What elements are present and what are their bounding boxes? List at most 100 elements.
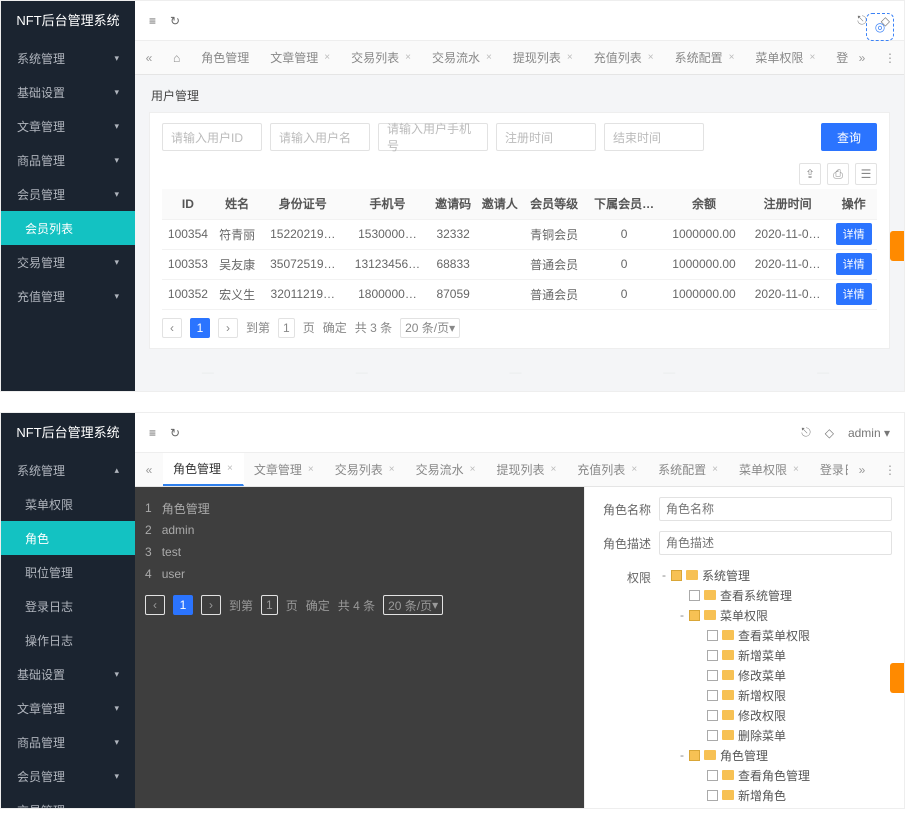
tab[interactable]: 交易流水× <box>406 453 487 486</box>
checkbox[interactable] <box>707 650 718 661</box>
tabs-scroll-right[interactable]: » <box>848 453 876 486</box>
detail-button[interactable]: 详情 <box>836 283 872 305</box>
sidebar-item[interactable]: 操作日志 <box>1 623 135 657</box>
checkbox[interactable] <box>707 790 718 801</box>
columns-icon[interactable]: ☰ <box>855 163 877 185</box>
fullscreen-icon[interactable]: ⎋ <box>801 425 811 440</box>
close-icon[interactable]: × <box>486 52 492 63</box>
list-item[interactable]: 3test <box>145 541 574 563</box>
checkbox[interactable] <box>707 730 718 741</box>
checkbox[interactable] <box>707 670 718 681</box>
tab[interactable]: 菜单权限× <box>729 453 810 486</box>
sidebar-item[interactable]: 商品管理▾ <box>1 143 135 177</box>
checkbox[interactable] <box>707 770 718 781</box>
sidebar-item[interactable]: 基础设置▾ <box>1 75 135 109</box>
user-menu[interactable]: admin ▾ <box>848 426 890 440</box>
pager-goto-input[interactable]: 1 <box>278 318 295 338</box>
tree-node[interactable]: 删除菜单 <box>659 725 892 745</box>
tree-node[interactable]: 新增权限 <box>659 685 892 705</box>
tree-node[interactable]: 修改菜单 <box>659 665 892 685</box>
pagination[interactable]: ‹ 1 › 到第 1 页 确定 共 3 条 20 条/页 ▾ <box>162 318 877 338</box>
sidebar-item[interactable]: 登录日志 <box>1 589 135 623</box>
pager-prev[interactable]: ‹ <box>162 318 182 338</box>
side-ribbon[interactable] <box>890 663 904 693</box>
sidebar-item[interactable]: 系统管理▴ <box>1 453 135 487</box>
tree-node[interactable]: 新增菜单 <box>659 645 892 665</box>
tab[interactable]: 系统配置× <box>665 41 746 74</box>
list-item[interactable]: 2admin <box>145 519 574 541</box>
close-icon[interactable]: × <box>324 52 330 63</box>
tree-node[interactable]: 查看系统管理 <box>659 585 892 605</box>
detail-button[interactable]: 详情 <box>836 253 872 275</box>
tab[interactable]: 角色管理 <box>191 41 260 74</box>
tree-node[interactable]: 查看角色管理 <box>659 765 892 785</box>
close-icon[interactable]: × <box>793 464 799 475</box>
refresh-icon[interactable]: ↻ <box>170 14 180 28</box>
close-icon[interactable]: × <box>729 52 735 63</box>
pager-next[interactable]: › <box>218 318 238 338</box>
tree-toggle-icon[interactable]: - <box>659 568 669 582</box>
home-tab[interactable]: ⌂ <box>163 41 191 74</box>
close-icon[interactable]: × <box>550 464 556 475</box>
tab[interactable]: 登录日志× <box>810 453 848 486</box>
tab[interactable]: 角色管理× <box>163 453 244 486</box>
close-icon[interactable]: × <box>648 52 654 63</box>
sidebar-item[interactable]: 文章管理▾ <box>1 691 135 725</box>
tree-node[interactable]: 查看菜单权限 <box>659 625 892 645</box>
sidebar-item[interactable]: 菜单权限 <box>1 487 135 521</box>
tab[interactable]: 菜单权限× <box>745 41 826 74</box>
close-icon[interactable]: × <box>712 464 718 475</box>
tab[interactable]: 提现列表× <box>503 41 584 74</box>
checkbox[interactable] <box>689 750 700 761</box>
list-item[interactable]: 4user <box>145 563 574 585</box>
tabs-scroll-left[interactable]: « <box>135 41 163 74</box>
close-icon[interactable]: × <box>809 52 815 63</box>
list-item[interactable]: 1角色管理 <box>145 497 574 519</box>
role-list-pager[interactable]: ‹ 1 › 到第 1 页 确定 共 4 条 20 条/页 ▾ <box>145 595 574 615</box>
menu-toggle-icon[interactable]: ≡ <box>149 426 156 440</box>
tab[interactable]: 文章管理× <box>260 41 341 74</box>
close-icon[interactable]: × <box>308 464 314 475</box>
filter-phone[interactable]: 请输入用户手机号 <box>378 123 488 151</box>
tabs-more-icon[interactable]: ⋮ <box>876 453 904 486</box>
tree-node[interactable]: -系统管理 <box>659 565 892 585</box>
tab[interactable]: 文章管理× <box>244 453 325 486</box>
tab[interactable]: 交易流水× <box>422 41 503 74</box>
tab[interactable]: 充值列表× <box>584 41 665 74</box>
checkbox[interactable] <box>707 630 718 641</box>
pager-size-select[interactable]: 20 条/页 ▾ <box>400 318 460 338</box>
sidebar-item[interactable]: 商品管理▾ <box>1 725 135 759</box>
sidebar-item[interactable]: 职位管理 <box>1 555 135 589</box>
tab[interactable]: 交易列表× <box>325 453 406 486</box>
close-icon[interactable]: × <box>631 464 637 475</box>
search-button[interactable]: 查询 <box>821 123 877 151</box>
sidebar-item[interactable]: 会员管理▾ <box>1 177 135 211</box>
sidebar-item[interactable]: 文章管理▾ <box>1 109 135 143</box>
tab[interactable]: 提现列表× <box>486 453 567 486</box>
close-icon[interactable]: × <box>389 464 395 475</box>
close-icon[interactable]: × <box>227 463 233 474</box>
role-desc-input[interactable] <box>659 531 892 555</box>
tabs-more-icon[interactable]: ⋮ <box>876 41 904 74</box>
pager-page-1[interactable]: 1 <box>190 318 210 338</box>
export-icon[interactable]: ⇪ <box>799 163 821 185</box>
tab[interactable]: 系统配置× <box>648 453 729 486</box>
tabs-scroll-right[interactable]: » <box>848 41 876 74</box>
sidebar-item[interactable]: 会员列表 <box>1 211 135 245</box>
sidebar-item[interactable]: 角色 <box>1 521 135 555</box>
refresh-icon[interactable]: ↻ <box>170 426 180 440</box>
close-icon[interactable]: × <box>470 464 476 475</box>
side-ribbon[interactable] <box>890 231 904 261</box>
checkbox[interactable] <box>689 610 700 621</box>
menu-toggle-icon[interactable]: ≡ <box>149 14 156 28</box>
pager-confirm[interactable]: 确定 <box>323 319 347 336</box>
sidebar-item[interactable]: 基础设置▾ <box>1 657 135 691</box>
checkbox[interactable] <box>689 590 700 601</box>
tree-node[interactable]: 修改角色 <box>659 805 892 808</box>
sidebar-item[interactable]: 会员管理▾ <box>1 759 135 793</box>
sidebar-item[interactable]: 充值管理▾ <box>1 279 135 313</box>
role-name-input[interactable] <box>659 497 892 521</box>
sidebar-item[interactable]: 交易管理▾ <box>1 245 135 279</box>
filter-start-date[interactable]: 注册时间 <box>496 123 596 151</box>
tree-toggle-icon[interactable]: - <box>677 748 687 762</box>
